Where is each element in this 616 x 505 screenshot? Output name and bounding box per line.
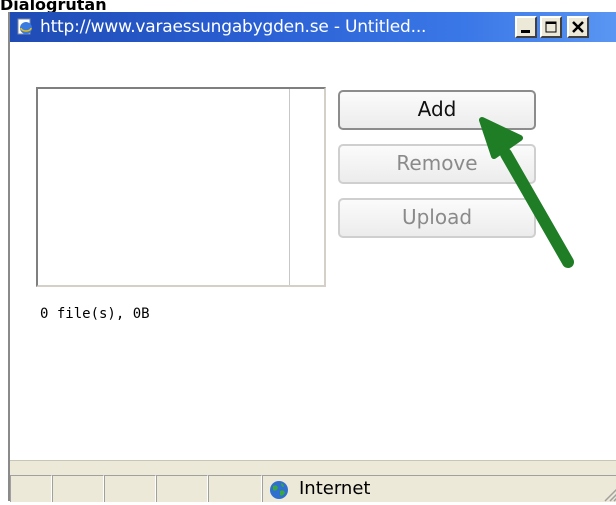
resize-grip-icon[interactable]: [600, 484, 616, 502]
status-pane: [10, 475, 52, 502]
close-button[interactable]: [567, 16, 589, 38]
close-icon: [572, 21, 584, 33]
file-info-text: 0 file(s), 0B: [40, 306, 150, 322]
maximize-icon: [545, 21, 557, 33]
status-bar: Internet: [10, 460, 616, 502]
zone-label: Internet: [299, 478, 371, 499]
minimize-icon: [521, 30, 530, 33]
status-pane: [52, 475, 104, 502]
file-list-area: [38, 89, 290, 285]
title-bar[interactable]: http://www.varaessungabygden.se - Untitl…: [10, 12, 616, 42]
status-pane: [156, 475, 208, 502]
file-list-scrollbar[interactable]: [289, 89, 324, 285]
maximize-button[interactable]: [540, 16, 562, 38]
ie-page-icon: [16, 18, 34, 36]
minimize-button[interactable]: [515, 16, 537, 38]
status-pane: [104, 475, 156, 502]
globe-icon: [269, 480, 289, 500]
security-zone: Internet: [262, 475, 616, 502]
window-title: http://www.varaessungabygden.se - Untitl…: [40, 17, 427, 37]
status-pane: [208, 475, 262, 502]
annotation-arrow-icon: [479, 117, 574, 268]
file-list[interactable]: [36, 87, 326, 287]
popup-window: http://www.varaessungabygden.se - Untitl…: [8, 12, 616, 502]
